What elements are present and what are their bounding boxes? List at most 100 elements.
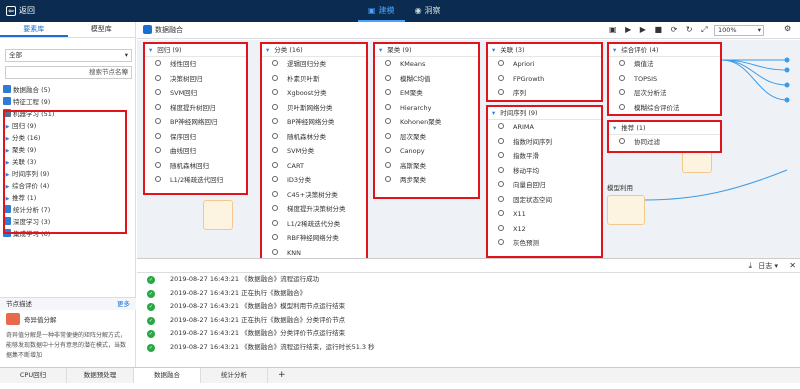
svd-icon [6,313,20,325]
back-button[interactable]: ⇦ 返回 [6,5,35,16]
log-dropdown[interactable]: 日志 [758,261,778,271]
algorithm-item[interactable]: TOPSIS [609,72,720,87]
algorithm-item[interactable]: L1/2稀疏迭代分类 [262,217,366,232]
algorithm-item[interactable]: FPGrowth [488,72,601,87]
back-icon: ⇦ [6,6,16,16]
algorithm-item[interactable]: Apriori [488,57,601,72]
log-text: 2019-08-27 16:43:21 正在执行《数据融合》分类评价节点 [170,315,346,324]
workflow-canvas[interactable]: 模型利用 回归 (9)线性回归决策树回归SVM回归梯度提升树回归BP神经网络回归… [137,40,800,301]
algorithm-item[interactable]: BP神经网络回归 [145,115,246,130]
settings-icon[interactable]: ⚙ [784,24,791,33]
algorithm-item[interactable]: 序列 [488,86,601,101]
workflow-node[interactable] [203,200,233,230]
log-text: 2019-08-27 16:43:21 《数据融合》流程运行成功 [170,275,320,283]
algorithm-item[interactable]: 灰色预测 [488,236,601,251]
algorithm-item[interactable]: KMeans [375,57,478,72]
panel-title[interactable]: 回归 (9) [145,44,246,57]
log-row: ✓ 2019-08-27 16:43:21 《数据融合》流程运行成功 [137,273,800,287]
flow-icon [143,25,152,34]
algorithm-item[interactable]: 贝叶斯网络分类 [262,101,366,116]
model-use-node[interactable] [607,195,645,225]
algorithm-item[interactable]: SVM分类 [262,144,366,159]
algorithm-item[interactable]: 固定状态空间 [488,193,601,208]
category-select[interactable]: 全部 [5,49,132,62]
tree-item-feature[interactable]: 特征工程 (9) [3,96,133,108]
zoom-select[interactable]: 100% [714,25,764,36]
log-text: 2019-08-27 16:43:21 正在执行《数据融合》 [170,288,307,297]
algorithm-item[interactable]: EM聚类 [375,86,478,101]
algorithm-item[interactable]: 曲线回归 [145,144,246,159]
algorithm-item[interactable]: X12 [488,222,601,237]
search-icon[interactable]: ⚲ [123,67,128,78]
algorithm-item[interactable]: C45+决策树分类 [262,188,366,203]
success-icon: ✓ [147,289,155,298]
tab-build[interactable]: ▣ 建模 [358,0,405,22]
search-input[interactable]: 搜索节点名称 ⚲ [5,66,132,79]
panel-clustering: 聚类 (9)KMeans模糊C均值EM聚类HierarchyKohonen聚类层… [373,42,480,199]
algorithm-item[interactable]: 模糊综合评价法 [609,101,720,116]
algorithm-item[interactable]: 随机森林回归 [145,159,246,174]
insight-icon: ◉ [414,6,422,15]
algorithm-item[interactable]: CART [262,159,366,174]
algorithm-item[interactable]: 决策树回归 [145,72,246,87]
success-icon: ✓ [147,276,155,284]
bottom-tab[interactable]: CPU回归 [0,368,67,383]
algorithm-item[interactable]: 逻辑回归分类 [262,57,366,72]
panel-title[interactable]: 时间序列 (9) [488,107,601,120]
algorithm-item[interactable]: L1/2稀疏迭代回归 [145,173,246,188]
algorithm-item[interactable]: 向量自回归 [488,178,601,193]
search-placeholder: 搜索节点名称 [89,68,128,76]
add-tab-icon[interactable]: + [268,368,286,383]
panel-title[interactable]: 推荐 (1) [609,122,720,135]
algorithm-item[interactable]: ARIMA [488,120,601,135]
panel-title[interactable]: 关联 (3) [488,44,601,57]
tab-models[interactable]: 模型库 [68,22,136,37]
success-icon: ✓ [147,343,155,352]
success-icon: ✓ [147,303,155,311]
algorithm-item[interactable]: 高斯聚类 [375,159,478,174]
algorithm-item[interactable]: 保序回归 [145,130,246,145]
more-link[interactable]: 更多 [117,298,130,310]
algorithm-item[interactable]: 协同过滤 [609,135,720,150]
algorithm-item[interactable]: Canopy [375,144,478,159]
algorithm-item[interactable]: 指数时间序列 [488,135,601,150]
algorithm-item[interactable]: 两步聚类 [375,173,478,188]
algorithm-item[interactable]: Xgboost分类 [262,86,366,101]
top-bar: ⇦ 返回 ▣ 建模 ◉ 洞察 [0,0,800,22]
algorithm-item[interactable]: 梯度提升决策树分类 [262,202,366,217]
success-icon: ✓ [147,330,155,338]
tree-item-data-fusion[interactable]: 数据融合 (5) [3,84,133,96]
panel-title[interactable]: 综合评价 (4) [609,44,720,57]
algorithm-item[interactable]: 朴素贝叶斯 [262,72,366,87]
algorithm-item[interactable]: 移动平均 [488,164,601,179]
algorithm-item[interactable]: 线性回归 [145,57,246,72]
algorithm-item[interactable]: BP神经网络分类 [262,115,366,130]
algorithm-item[interactable]: X11 [488,207,601,222]
bottom-tab[interactable]: 统计分析 [201,368,268,383]
tab-insight[interactable]: ◉ 洞察 [405,0,451,22]
algorithm-item[interactable]: 指数平滑 [488,149,601,164]
algorithm-item[interactable]: 随机森林分类 [262,130,366,145]
algorithm-item[interactable]: 层次聚类 [375,130,478,145]
algorithm-item[interactable]: RBF神经网络分类 [262,231,366,246]
algorithm-item[interactable]: Hierarchy [375,101,478,116]
panel-regression: 回归 (9)线性回归决策树回归SVM回归梯度提升树回归BP神经网络回归保序回归曲… [143,42,248,195]
tab-elements[interactable]: 要素库 [0,22,68,37]
algorithm-item[interactable]: 层次分析法 [609,86,720,101]
bottom-tab[interactable]: 数据融合 [134,368,201,383]
panel-title[interactable]: 分类 (16) [262,44,366,57]
panel-title[interactable]: 聚类 (9) [375,44,478,57]
algorithm-item[interactable]: 模糊C均值 [375,72,478,87]
close-icon[interactable]: ✕ [789,261,796,270]
log-panel: ⤓ 日志 ✕ ✓ 2019-08-27 16:43:21 《数据融合》流程运行成功… [137,258,800,367]
algorithm-item[interactable]: 熵值法 [609,57,720,72]
algorithm-item[interactable]: 梯度提升树回归 [145,101,246,116]
log-text: 2019-08-27 16:43:21 《数据融合》分类评价节点运行结束 [170,329,346,337]
algorithm-item[interactable]: ID3分类 [262,173,366,188]
bottom-tab[interactable]: 数据预处理 [67,368,134,383]
toolbar[interactable]: ▣ ▶ ▶ ■ ⟳ ↻ ⤢ [609,25,711,35]
log-row: ✓ 2019-08-27 16:43:21 《数据融合》模型利用节点运行结束 [137,300,800,314]
algorithm-item[interactable]: Kohonen聚类 [375,115,478,130]
download-icon[interactable]: ⤓ [748,261,752,271]
algorithm-item[interactable]: SVM回归 [145,86,246,101]
